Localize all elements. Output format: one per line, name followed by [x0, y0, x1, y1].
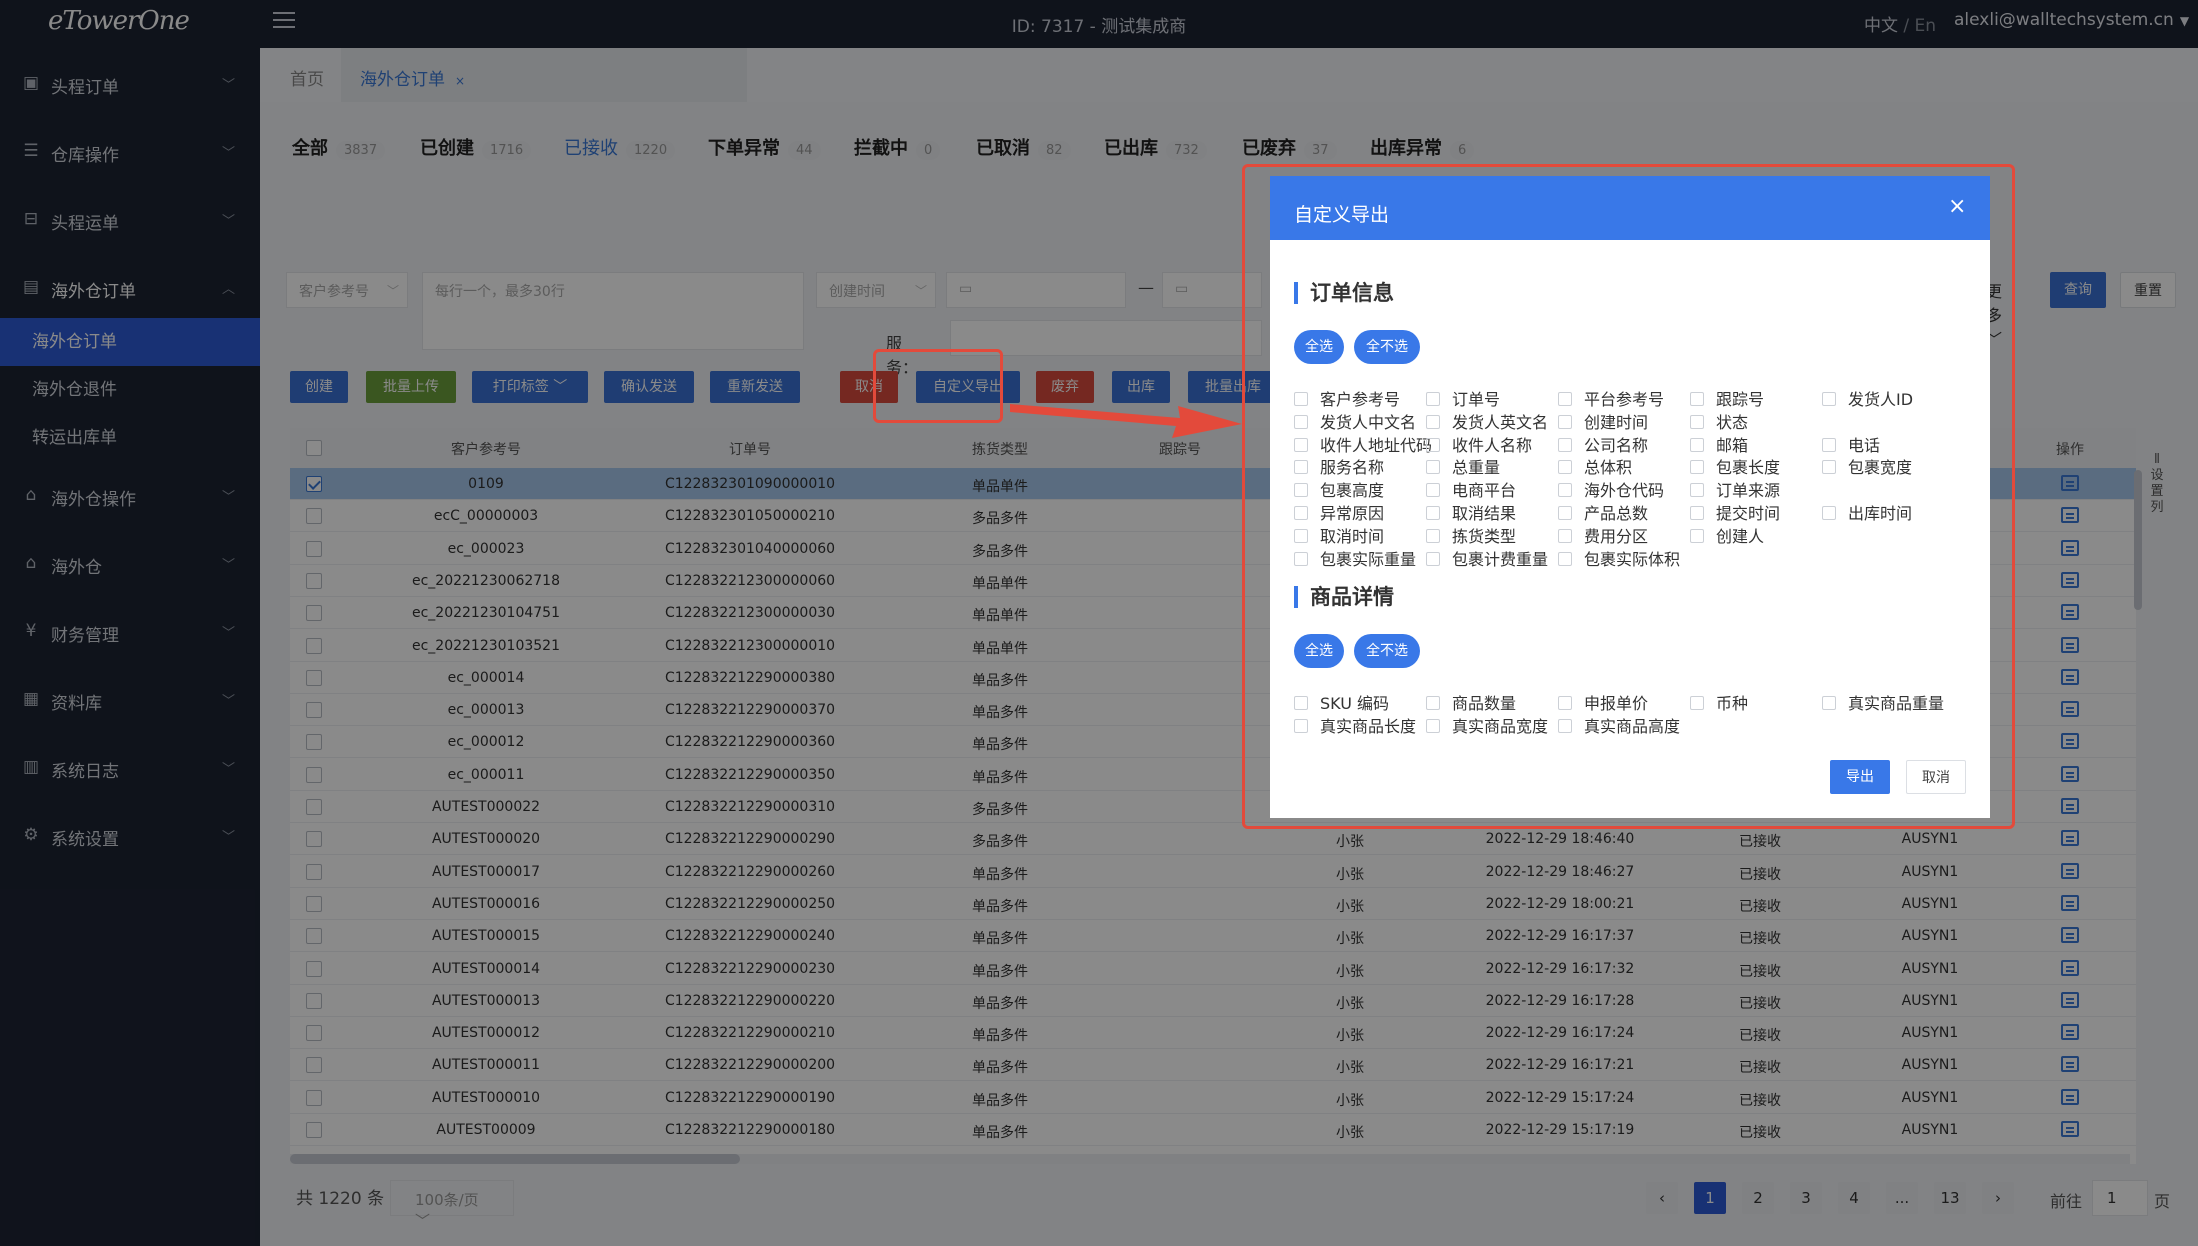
highlight-box-dialog [1242, 164, 2015, 829]
highlight-box-export-button [873, 349, 1003, 423]
annotation-arrow-icon [1010, 404, 1242, 438]
